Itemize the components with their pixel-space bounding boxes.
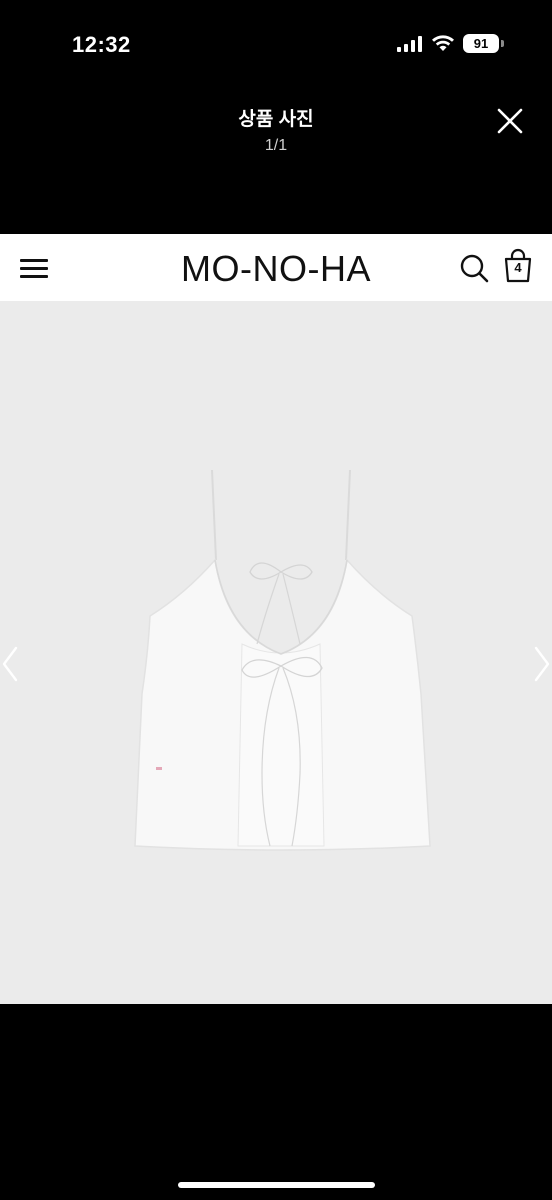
wifi-icon	[432, 35, 454, 51]
camisole-garment	[134, 469, 431, 851]
home-indicator[interactable]	[178, 1182, 375, 1188]
product-photo[interactable]: MO-NO-HA 4	[0, 234, 552, 1004]
battery-icon: 91	[463, 34, 504, 53]
photo-counter: 1/1	[264, 137, 288, 154]
battery-cap	[501, 40, 504, 47]
status-bar: 12:32 91	[0, 0, 552, 90]
signal-icon	[397, 35, 422, 52]
chevron-left-icon[interactable]	[0, 646, 20, 682]
viewer-header: 상품 사진 1/1	[0, 95, 552, 155]
battery-level: 91	[463, 34, 499, 53]
chevron-right-icon[interactable]	[532, 646, 552, 682]
status-icons: 91	[397, 34, 504, 53]
close-icon[interactable]	[496, 107, 524, 135]
viewer-title: 상품 사진	[238, 109, 314, 130]
status-time: 12:32	[72, 32, 131, 57]
